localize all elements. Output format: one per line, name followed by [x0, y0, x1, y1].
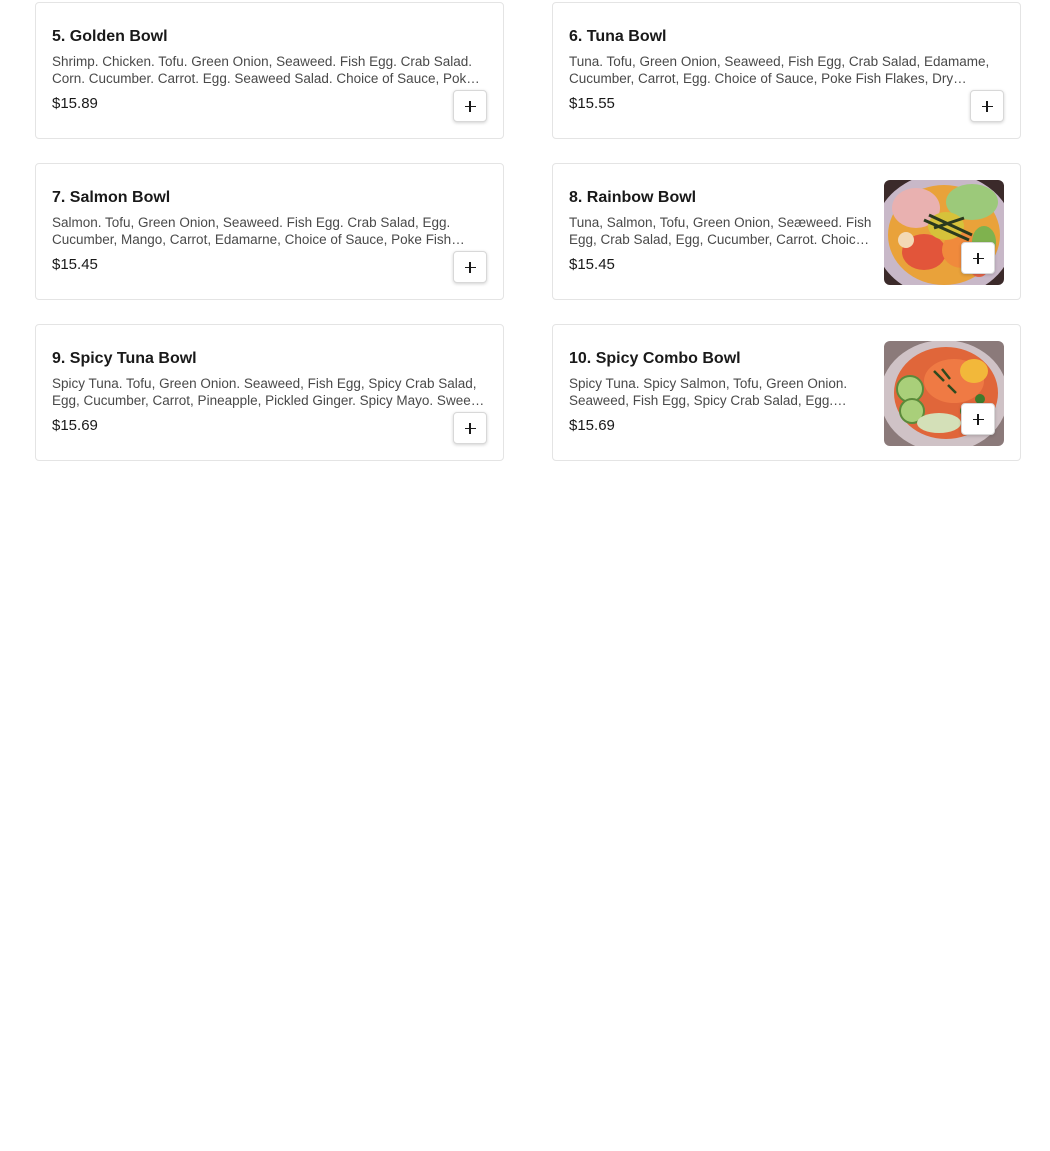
menu-item-info: 10. Spicy Combo Bowl Spicy Tuna. Spicy S…	[569, 349, 872, 435]
add-to-cart-button[interactable]	[453, 90, 487, 122]
menu-item-info: 6. Tuna Bowl Tuna. Tofu, Green Onion, Se…	[569, 27, 1004, 113]
plus-icon	[972, 413, 984, 425]
menu-item-info: 5. Golden Bowl Shrimp. Chicken. Tofu. Gr…	[52, 27, 487, 113]
menu-item-price: $15.69	[52, 417, 98, 434]
menu-item-description: Salmon. Tofu, Green Onion, Seaweed. Fish…	[52, 215, 452, 247]
menu-item-price: $15.45	[52, 256, 98, 273]
menu-item-card[interactable]: 6. Tuna Bowl Tuna. Tofu, Green Onion, Se…	[552, 2, 1021, 139]
menu-item-description: Tuna, Salmon, Tofu, Green Onion, Seæweed…	[569, 215, 872, 247]
menu-item-description: Spicy Tuna. Spicy Salmon, Tofu, Green On…	[569, 376, 848, 408]
menu-item-name: 10. Spicy Combo Bowl	[569, 350, 741, 367]
add-to-cart-button[interactable]	[453, 251, 487, 283]
plus-icon	[464, 100, 476, 112]
menu-item-card[interactable]: 5. Golden Bowl Shrimp. Chicken. Tofu. Gr…	[35, 2, 504, 139]
menu-item-name: 7. Salmon Bowl	[52, 189, 171, 206]
menu-item-price: $15.89	[52, 95, 98, 112]
add-to-cart-button[interactable]	[961, 242, 995, 274]
menu-item-description: Spicy Tuna. Tofu, Green Onion. Seaweed, …	[52, 376, 477, 408]
menu-item-description: Tuna. Tofu, Green Onion, Seaweed, Fish E…	[569, 54, 990, 86]
menu-item-card[interactable]: 10. Spicy Combo Bowl Spicy Tuna. Spicy S…	[552, 324, 1021, 461]
add-to-cart-button[interactable]	[453, 412, 487, 444]
plus-icon	[981, 100, 993, 112]
menu-item-name: 8. Rainbow Bowl	[569, 189, 697, 206]
menu-item-price: $15.45	[569, 256, 615, 273]
menu-item-price: $15.69	[569, 417, 615, 434]
plus-icon	[464, 422, 476, 434]
menu-item-name: 6. Tuna Bowl	[569, 28, 667, 45]
menu-item-info: 7. Salmon Bowl Salmon. Tofu, Green Onion…	[52, 188, 487, 274]
add-to-cart-button[interactable]	[970, 90, 1004, 122]
menu-item-name: 9. Spicy Tuna Bowl	[52, 350, 197, 367]
menu-item-price: $15.55	[569, 95, 615, 112]
menu-item-card[interactable]: 9. Spicy Tuna Bowl Spicy Tuna. Tofu, Gre…	[35, 324, 504, 461]
plus-icon	[972, 252, 984, 264]
menu-item-name: 5. Golden Bowl	[52, 28, 168, 45]
menu-item-info: 9. Spicy Tuna Bowl Spicy Tuna. Tofu, Gre…	[52, 349, 487, 435]
plus-icon	[464, 261, 476, 273]
menu-item-grid: 5. Golden Bowl Shrimp. Chicken. Tofu. Gr…	[35, 2, 1021, 461]
menu-item-description: Shrimp. Chicken. Tofu. Green Onion, Seaw…	[52, 54, 474, 86]
menu-item-card[interactable]: 7. Salmon Bowl Salmon. Tofu, Green Onion…	[35, 163, 504, 300]
menu-item-info: 8. Rainbow Bowl Tuna, Salmon, Tofu, Gree…	[569, 188, 872, 274]
add-to-cart-button[interactable]	[961, 403, 995, 435]
menu-item-card[interactable]: 8. Rainbow Bowl Tuna, Salmon, Tofu, Gree…	[552, 163, 1021, 300]
